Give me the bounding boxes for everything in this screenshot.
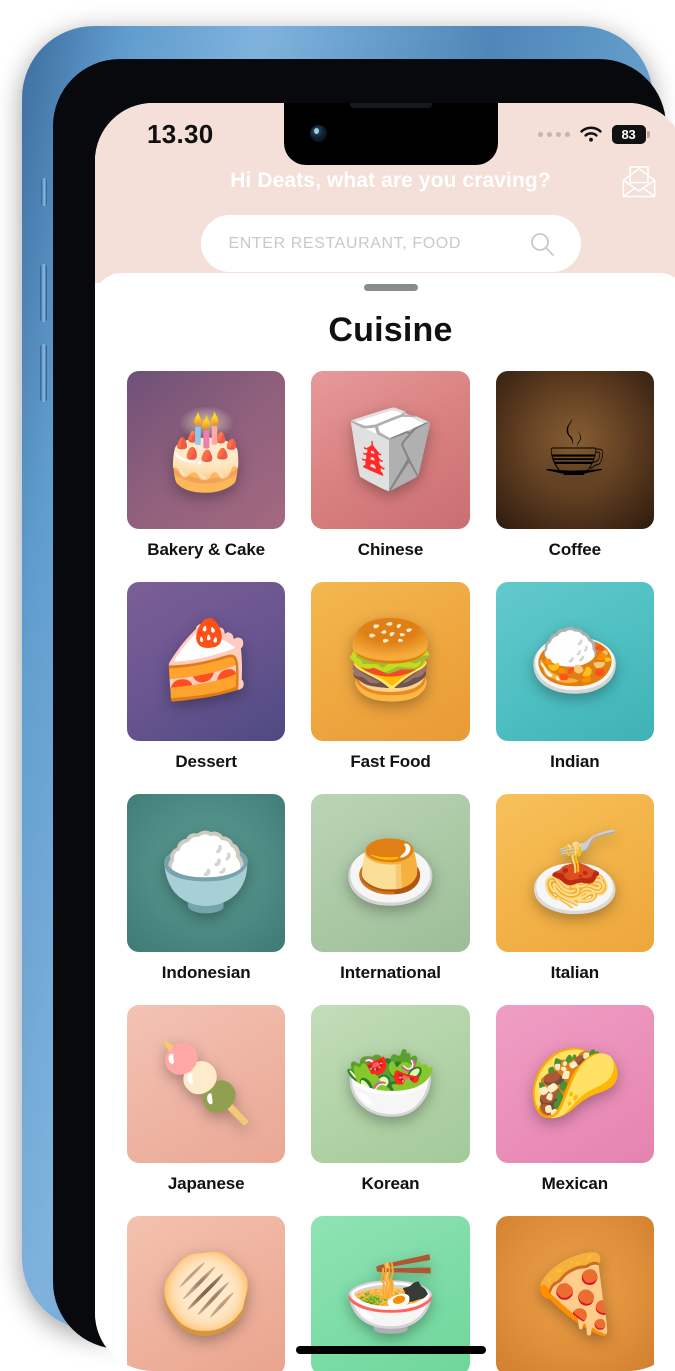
cuisine-illustration: 🥡 — [343, 407, 438, 493]
phone-screen: 13.30 83 Hi Deats, what are you craving?… — [95, 103, 675, 1371]
battery-icon: 83 — [611, 125, 650, 144]
battery-cap — [647, 131, 650, 138]
signal-dots-icon — [537, 132, 570, 137]
device-notch — [283, 103, 498, 165]
cuisine-illustration: 🫓 — [158, 1252, 254, 1338]
cuisine-illustration: 🍰 — [158, 618, 254, 704]
status-time: 13.30 — [147, 119, 214, 149]
cuisine-label: Korean — [361, 1174, 420, 1194]
cuisine-card[interactable]: 🌮 Mexican — [495, 1004, 654, 1194]
cuisine-thumbnail[interactable]: 🍮 — [311, 793, 470, 952]
battery-level-label: 83 — [621, 127, 636, 142]
cuisine-thumbnail[interactable]: 🫓 — [127, 1216, 286, 1371]
cuisine-card[interactable]: 🍝 Italian — [495, 793, 654, 983]
cuisine-sheet: Cuisine 🎂 Bakery & Cake 🥡 Chinese ☕ Coffee 🍰 De… — [95, 273, 675, 1371]
cuisine-thumbnail[interactable]: 🍰 — [127, 582, 286, 741]
cuisine-label: Bakery & Cake — [147, 540, 266, 560]
cuisine-card[interactable]: 🍡 Japanese — [127, 1004, 286, 1194]
cuisine-label: Indonesian — [161, 962, 251, 982]
cuisine-thumbnail[interactable]: 🍔 — [311, 582, 470, 741]
wifi-icon — [579, 126, 602, 142]
cuisine-label: Chinese — [357, 540, 424, 560]
cuisine-thumbnail[interactable]: 🍕 — [495, 1216, 654, 1371]
home-indicator[interactable] — [295, 1346, 486, 1354]
cuisine-illustration: 🍮 — [343, 829, 438, 915]
envelope-open-icon[interactable] — [620, 165, 658, 199]
cuisine-illustration: 🍜 — [343, 1252, 438, 1338]
cuisine-illustration: ☕ — [540, 407, 609, 493]
cuisine-illustration: 🥗 — [343, 1041, 438, 1127]
cuisine-thumbnail[interactable]: ☕ — [495, 371, 654, 530]
volume-down-button[interactable] — [40, 344, 47, 402]
cuisine-thumbnail[interactable]: 🥡 — [311, 371, 470, 530]
cuisine-card[interactable]: 🫓Middle Eastern — [127, 1216, 286, 1371]
search-bar[interactable] — [200, 215, 581, 272]
cuisine-thumbnail[interactable]: 🌮 — [495, 1004, 654, 1164]
cuisine-thumbnail[interactable]: 🍚 — [127, 793, 286, 952]
cuisine-thumbnail[interactable]: 🍝 — [495, 793, 654, 952]
phone-bezel: 13.30 83 Hi Deats, what are you craving?… — [53, 59, 675, 1371]
cuisine-card[interactable]: ☕ Coffee — [495, 371, 654, 560]
cuisine-illustration: 🍡 — [158, 1041, 254, 1127]
cuisine-label: Fast Food — [350, 751, 431, 771]
cuisine-label: Dessert — [175, 751, 237, 771]
cuisine-thumbnail[interactable]: 🍛 — [495, 582, 654, 741]
cuisine-illustration: 🎂 — [158, 407, 254, 493]
cuisine-illustration: 🍝 — [527, 829, 623, 915]
cuisine-illustration: 🍚 — [158, 829, 254, 915]
cuisine-card[interactable]: 🍛 Indian — [495, 582, 654, 771]
cuisine-card[interactable]: 🎂 Bakery & Cake — [127, 371, 286, 560]
cuisine-card[interactable]: 🥗 Korean — [311, 1004, 470, 1194]
front-camera-icon — [309, 125, 327, 142]
volume-up-button[interactable] — [40, 264, 47, 322]
cuisine-thumbnail[interactable]: 🍡 — [127, 1004, 286, 1164]
cuisine-label: Indian — [550, 751, 600, 771]
cuisine-card[interactable]: 🍔 Fast Food — [311, 582, 470, 771]
cuisine-label: Mexican — [541, 1174, 609, 1194]
cuisine-thumbnail[interactable]: 🥗 — [311, 1004, 470, 1164]
sheet-drag-handle[interactable] — [363, 284, 418, 291]
silent-switch-button[interactable] — [41, 178, 47, 206]
cuisine-label: Coffee — [548, 540, 601, 560]
cuisine-label: Italian — [550, 962, 600, 982]
cuisine-card[interactable]: 🥡 Chinese — [311, 371, 470, 560]
cuisine-thumbnail[interactable]: 🎂 — [127, 371, 286, 530]
cuisine-illustration: 🍕 — [527, 1252, 623, 1338]
cuisine-illustration: 🍔 — [343, 618, 438, 704]
cuisine-grid: 🎂 Bakery & Cake 🥡 Chinese ☕ Coffee 🍰 Dessert 🍔 Fa… — [95, 371, 675, 1371]
cuisine-card[interactable]: 🍕Pizza & Pasta — [495, 1216, 654, 1371]
cuisine-card[interactable]: 🍮 International — [311, 793, 470, 983]
cuisine-label: Japanese — [167, 1174, 245, 1194]
cuisine-label: International — [340, 962, 441, 982]
status-indicators: 83 — [537, 125, 650, 144]
search-icon[interactable] — [529, 231, 555, 257]
phone-device-frame: 13.30 83 Hi Deats, what are you craving?… — [22, 26, 675, 1371]
cuisine-illustration: 🍛 — [527, 618, 623, 704]
search-input[interactable] — [226, 233, 529, 254]
cuisine-illustration: 🌮 — [527, 1041, 623, 1127]
page-title: Cuisine — [328, 311, 453, 349]
earpiece-speaker — [349, 103, 432, 108]
greeting-text: Hi Deats, what are you craving? — [230, 169, 551, 192]
cuisine-card[interactable]: 🍚 Indonesian — [127, 793, 286, 983]
cuisine-card[interactable]: 🍰 Dessert — [127, 582, 286, 771]
